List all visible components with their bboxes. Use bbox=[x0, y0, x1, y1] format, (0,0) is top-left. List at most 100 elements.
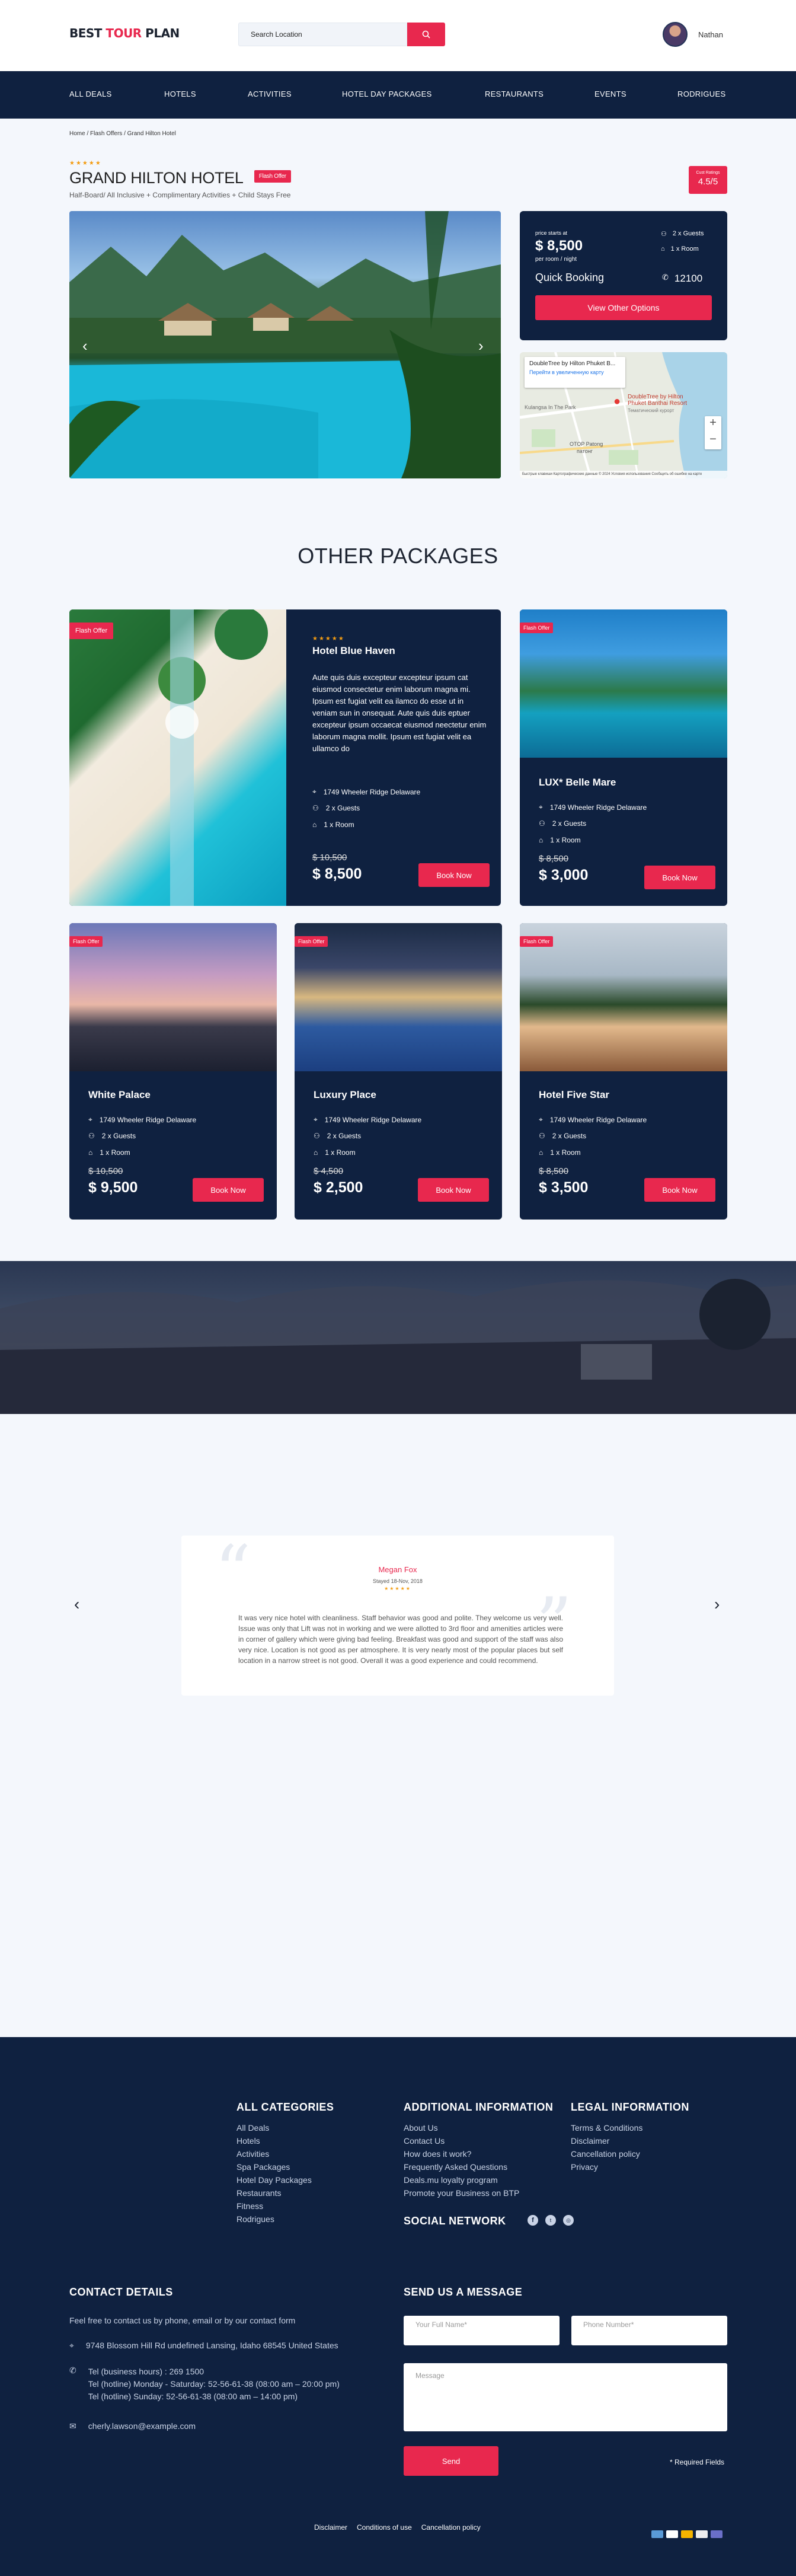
instagram-icon[interactable]: ◎ bbox=[563, 2215, 574, 2226]
facebook-icon[interactable]: f bbox=[528, 2215, 538, 2226]
review-next-button[interactable]: › bbox=[714, 1595, 720, 1614]
scenic-banner bbox=[0, 1261, 796, 1414]
hotel-stars: ★★★★★ bbox=[69, 160, 102, 167]
footer-link[interactable]: All Deals bbox=[236, 2123, 269, 2133]
footer-link[interactable]: Deals.mu loyalty program bbox=[404, 2175, 498, 2185]
user-name[interactable]: Nathan bbox=[698, 30, 723, 39]
view-other-options-button[interactable]: View Other Options bbox=[535, 295, 712, 320]
room-icon: ⌂ bbox=[539, 836, 544, 844]
room-icon: ⌂ bbox=[88, 1148, 93, 1157]
flash-offer-badge: Flash Offer bbox=[520, 936, 554, 947]
hotel-main-image[interactable]: ‹ › bbox=[69, 211, 501, 478]
room-icon: ⌂ bbox=[661, 245, 665, 253]
footer-link[interactable]: Frequently Asked Questions bbox=[404, 2162, 507, 2172]
footer-link[interactable]: Cancellation policy bbox=[571, 2149, 640, 2159]
footer-link[interactable]: Promote your Business on BTP bbox=[404, 2188, 519, 2198]
zoom-in-button[interactable]: + bbox=[705, 416, 721, 433]
footer-link[interactable]: Hotel Day Packages bbox=[236, 2175, 312, 2185]
nav-events[interactable]: EVENTS bbox=[594, 90, 626, 98]
nav-hotel-day-packages[interactable]: HOTEL DAY PACKAGES bbox=[342, 90, 432, 98]
search-button[interactable] bbox=[407, 23, 445, 46]
location-icon: ⌖ bbox=[88, 1115, 92, 1123]
booking-phone[interactable]: ✆ 12100 bbox=[662, 273, 702, 285]
footer-bottom-links: Disclaimer Conditions of use Cancellatio… bbox=[314, 2523, 481, 2532]
footer-link[interactable]: Contact Us bbox=[404, 2136, 445, 2146]
footer-link[interactable]: Rodrigues bbox=[236, 2214, 274, 2224]
avatar[interactable] bbox=[663, 22, 688, 47]
package-description: Aute quis duis excepteur excepteur ipsum… bbox=[312, 673, 487, 753]
footer-link[interactable]: Disclaimer bbox=[314, 2523, 347, 2532]
rating-badge: Cust Ratings 4.5/5 bbox=[689, 166, 727, 194]
review-stars: ★★★★★ bbox=[384, 1586, 411, 1591]
nav-restaurants[interactable]: RESTAURANTS bbox=[485, 90, 544, 98]
footer-link[interactable]: Activities bbox=[236, 2149, 269, 2159]
main-nav: ALL DEALS HOTELS ACTIVITIES HOTEL DAY PA… bbox=[0, 71, 796, 119]
nav-hotels[interactable]: HOTELS bbox=[164, 90, 196, 98]
package-name[interactable]: White Palace bbox=[88, 1089, 151, 1101]
payment-icons bbox=[648, 2530, 723, 2541]
book-now-button[interactable]: Book Now bbox=[418, 863, 490, 887]
nav-rodrigues[interactable]: RODRIGUES bbox=[677, 90, 725, 98]
phone-field[interactable]: Phone Number* bbox=[571, 2316, 727, 2345]
book-now-button[interactable]: Book Now bbox=[644, 1178, 715, 1202]
package-name[interactable]: LUX* Belle Mare bbox=[539, 777, 616, 789]
message-field[interactable]: Message bbox=[404, 2363, 727, 2431]
footer-link[interactable]: Spa Packages bbox=[236, 2162, 290, 2172]
brand-logo[interactable]: BEST TOUR PLAN bbox=[69, 26, 180, 40]
twitter-icon[interactable]: t bbox=[545, 2215, 556, 2226]
footer-link[interactable]: Fitness bbox=[236, 2201, 263, 2211]
book-now-button[interactable]: Book Now bbox=[193, 1178, 264, 1202]
package-card[interactable]: Flash Offer White Palace ⌖ 1749 Wheeler R… bbox=[69, 923, 277, 1220]
location-icon: ⌖ bbox=[314, 1115, 318, 1123]
footer-link[interactable]: Conditions of use bbox=[357, 2523, 412, 2532]
nav-all-deals[interactable]: ALL DEALS bbox=[69, 90, 112, 98]
footer-link[interactable]: How does it work? bbox=[404, 2149, 471, 2159]
package-card[interactable]: Flash Offer Luxury Place ⌖ 1749 Wheeler R… bbox=[295, 923, 502, 1220]
nav-activities[interactable]: ACTIVITIES bbox=[248, 90, 292, 98]
footer-link[interactable]: Restaurants bbox=[236, 2188, 281, 2198]
user-icon: ⚇ bbox=[539, 1132, 545, 1140]
book-now-button[interactable]: Book Now bbox=[644, 866, 715, 889]
booking-rooms: ⌂ 1 x Room bbox=[661, 245, 699, 253]
package-name[interactable]: Luxury Place bbox=[314, 1089, 376, 1101]
footer-link[interactable]: Terms & Conditions bbox=[571, 2123, 642, 2133]
review-prev-button[interactable]: ‹ bbox=[74, 1595, 79, 1614]
book-now-button[interactable]: Book Now bbox=[418, 1178, 489, 1202]
footer-link[interactable]: Privacy bbox=[571, 2162, 598, 2172]
top-bar: BEST TOUR PLAN Search Location Nathan bbox=[0, 0, 796, 71]
booking-card: price starts at $ 8,500 per room / night… bbox=[520, 211, 727, 340]
gallery-next-icon[interactable]: › bbox=[478, 337, 484, 355]
user-icon: ⚇ bbox=[661, 231, 667, 238]
hotel-subtitle: Half-Board/ All Inclusive + Complimentar… bbox=[69, 191, 291, 199]
package-card[interactable]: Flash Offer ★★★★★ Hotel Blue Haven Aute … bbox=[69, 609, 501, 906]
location-map[interactable]: DoubleTree by Hilton Phuket B... Перейти… bbox=[520, 352, 727, 478]
flash-offer-badge: Flash Offer bbox=[69, 623, 114, 639]
gallery-prev-icon[interactable]: ‹ bbox=[82, 337, 88, 355]
send-button[interactable]: Send bbox=[404, 2446, 498, 2476]
location-icon: ⌖ bbox=[539, 803, 543, 811]
package-name[interactable]: Hotel Blue Haven bbox=[312, 645, 395, 657]
zoom-out-button[interactable]: − bbox=[705, 433, 721, 449]
footer-link[interactable]: Disclaimer bbox=[571, 2136, 609, 2146]
package-card[interactable]: Flash Offer LUX* Belle Mare ⌖ 1749 Wheele… bbox=[520, 609, 727, 906]
footer-link[interactable]: Hotels bbox=[236, 2136, 260, 2146]
map-enlarge-link[interactable]: Перейти в увеличенную карту bbox=[529, 369, 621, 375]
map-info-box: DoubleTree by Hilton Phuket B... Перейти… bbox=[525, 357, 625, 388]
package-name[interactable]: Hotel Five Star bbox=[539, 1089, 609, 1101]
footer-link[interactable]: About Us bbox=[404, 2123, 438, 2133]
package-image[interactable] bbox=[69, 609, 286, 906]
breadcrumb[interactable]: Home / Flash Offers / Grand Hilton Hotel bbox=[69, 130, 176, 137]
location-icon: ⌖ bbox=[539, 1115, 543, 1123]
search-input[interactable]: Search Location bbox=[238, 23, 407, 46]
booking-guests: ⚇ 2 x Guests bbox=[661, 230, 704, 238]
name-field[interactable]: Your Full Name* bbox=[404, 2316, 560, 2345]
paypal-icon bbox=[711, 2530, 723, 2538]
package-card[interactable]: Flash Offer Hotel Five Star ⌖ 1749 Wheele… bbox=[520, 923, 727, 1220]
footer-address: ⌖ 9748 Blossom Hill Rd undefined Lansing,… bbox=[69, 2341, 338, 2350]
search-icon bbox=[422, 30, 430, 39]
quick-booking-label: Quick Booking bbox=[535, 272, 605, 283]
footer-link[interactable]: Cancellation policy bbox=[421, 2523, 481, 2532]
booking-price: $ 8,500 bbox=[535, 238, 583, 254]
package-price: $ 8,500 bbox=[312, 866, 362, 882]
map-pin-icon[interactable]: ● bbox=[613, 395, 621, 408]
